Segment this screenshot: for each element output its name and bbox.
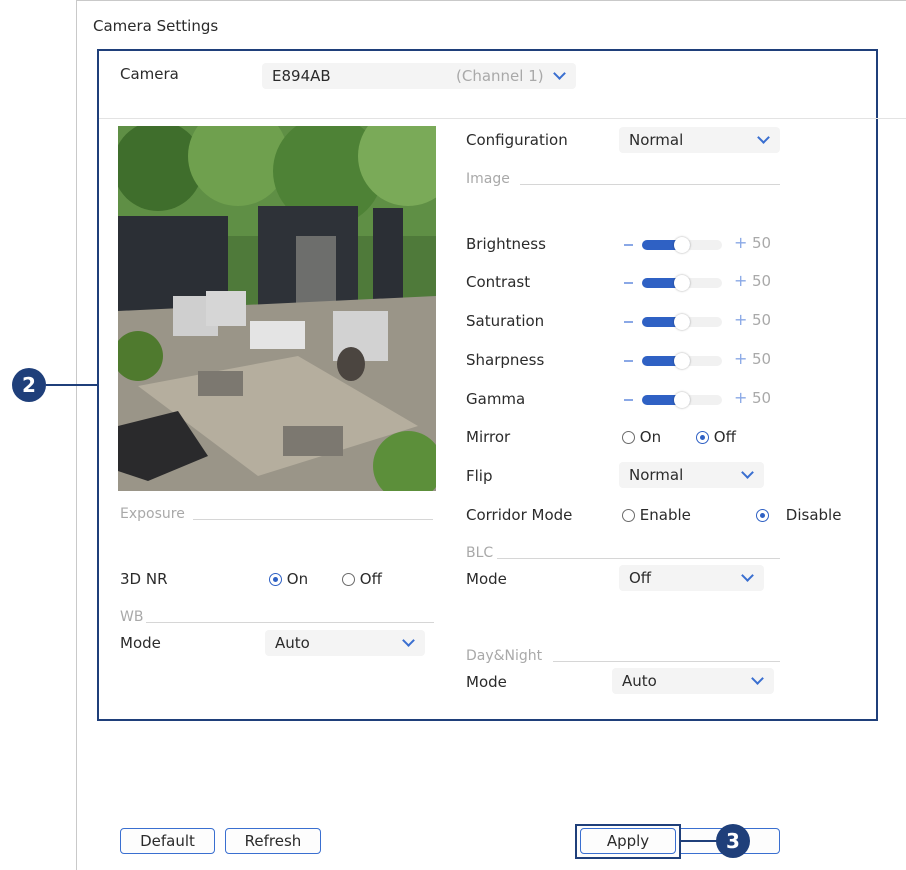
configuration-value: Normal — [629, 131, 684, 149]
sharpness-label: Sharpness — [466, 351, 545, 369]
chevron-down-icon — [741, 569, 754, 582]
configuration-label: Configuration — [466, 131, 568, 149]
blc-section-title: BLC — [466, 545, 494, 561]
gamma-value: 50 — [752, 389, 772, 407]
daynight-mode-select[interactable]: Auto — [612, 668, 774, 694]
flip-select[interactable]: Normal — [619, 462, 764, 488]
image-section-line — [520, 184, 780, 185]
radio-off-icon[interactable] — [622, 431, 635, 444]
wb-mode-label: Mode — [120, 634, 161, 652]
chevron-down-icon — [757, 131, 770, 144]
mirror-on-label: On — [639, 428, 662, 446]
chevron-down-icon — [741, 466, 754, 479]
plus-icon[interactable]: + — [734, 388, 747, 407]
chevron-down-icon — [553, 67, 566, 80]
slider-knob[interactable] — [674, 275, 690, 291]
minus-icon[interactable] — [624, 244, 633, 246]
chevron-down-icon — [751, 672, 764, 685]
radio-off-icon[interactable] — [622, 509, 635, 522]
callout-2-line — [46, 384, 98, 386]
slider-knob[interactable] — [674, 392, 690, 408]
brightness-value: 50 — [752, 234, 772, 252]
page-title: Camera Settings — [93, 17, 219, 35]
callout-3-line — [681, 840, 717, 842]
refresh-button[interactable]: Refresh — [225, 828, 321, 854]
gamma-label: Gamma — [466, 390, 526, 408]
brightness-slider[interactable]: + 50 — [624, 233, 784, 256]
mirror-off-label: Off — [713, 428, 736, 446]
corridor-enable-label: Enable — [639, 506, 691, 524]
daynight-section-line — [553, 661, 780, 662]
daynight-section-title: Day&Night — [466, 648, 543, 664]
radio-off-icon[interactable] — [342, 573, 355, 586]
divider — [99, 118, 906, 119]
exposure-section-title: Exposure — [120, 506, 185, 522]
image-section-title: Image — [466, 171, 510, 187]
chevron-down-icon — [402, 634, 415, 647]
blc-section-line — [497, 558, 780, 559]
brightness-label: Brightness — [466, 235, 546, 253]
wb-section-title: WB — [120, 609, 144, 625]
configuration-select[interactable]: Normal — [619, 127, 780, 153]
nr3d-off-label: Off — [359, 570, 382, 588]
daynight-mode-value: Auto — [622, 672, 657, 690]
mirror-label: Mirror — [466, 428, 511, 446]
camera-select[interactable]: E894AB (Channel 1) — [262, 63, 576, 89]
contrast-label: Contrast — [466, 273, 531, 291]
corridor-label: Corridor Mode — [466, 506, 573, 524]
blc-mode-select[interactable]: Off — [619, 565, 764, 591]
radio-on-icon[interactable] — [696, 431, 709, 444]
nr3d-on-label: On — [286, 570, 309, 588]
slider-knob[interactable] — [674, 237, 690, 253]
radio-on-icon[interactable] — [756, 509, 769, 522]
minus-icon[interactable] — [624, 321, 633, 323]
plus-icon[interactable]: + — [734, 271, 747, 290]
flip-label: Flip — [466, 467, 493, 485]
saturation-slider[interactable]: + 50 — [624, 310, 784, 333]
saturation-label: Saturation — [466, 312, 545, 330]
plus-icon[interactable]: + — [734, 310, 747, 329]
nr3d-off-radio[interactable]: Off — [342, 570, 382, 588]
plus-icon[interactable]: + — [734, 233, 747, 252]
corridor-enable-radio[interactable]: Enable — [622, 506, 691, 524]
saturation-value: 50 — [752, 311, 772, 329]
contrast-slider[interactable]: + 50 — [624, 271, 784, 294]
corridor-disable-label: Disable — [785, 506, 842, 524]
wb-mode-select[interactable]: Auto — [265, 630, 425, 656]
nr3d-on-radio[interactable]: On — [269, 570, 308, 588]
sharpness-value: 50 — [752, 350, 772, 368]
minus-icon[interactable] — [624, 282, 633, 284]
camera-preview-image — [118, 126, 436, 491]
sharpness-slider[interactable]: + 50 — [624, 349, 784, 372]
plus-icon[interactable]: + — [734, 349, 747, 368]
camera-value: E894AB — [272, 67, 331, 85]
nr3d-label: 3D NR — [120, 570, 168, 588]
daynight-mode-label: Mode — [466, 673, 507, 691]
camera-channel: (Channel 1) — [456, 67, 544, 85]
exposure-section-line — [193, 519, 433, 520]
slider-knob[interactable] — [674, 314, 690, 330]
wb-mode-value: Auto — [275, 634, 310, 652]
callout-2: 2 — [12, 368, 46, 402]
wb-section-line — [146, 622, 434, 623]
blc-mode-label: Mode — [466, 570, 507, 588]
default-button[interactable]: Default — [120, 828, 215, 854]
apply-button[interactable]: Apply — [580, 828, 676, 854]
minus-icon[interactable] — [624, 399, 633, 401]
slider-knob[interactable] — [674, 353, 690, 369]
radio-on-icon[interactable] — [269, 573, 282, 586]
corridor-disable-radio[interactable]: Disable — [756, 506, 841, 524]
gamma-slider[interactable]: + 50 — [624, 388, 784, 411]
mirror-off-radio[interactable]: Off — [696, 428, 736, 446]
blc-mode-value: Off — [629, 569, 652, 587]
minus-icon[interactable] — [624, 360, 633, 362]
contrast-value: 50 — [752, 272, 772, 290]
callout-3: 3 — [716, 824, 750, 858]
flip-value: Normal — [629, 466, 684, 484]
camera-label: Camera — [120, 65, 179, 83]
mirror-on-radio[interactable]: On — [622, 428, 661, 446]
